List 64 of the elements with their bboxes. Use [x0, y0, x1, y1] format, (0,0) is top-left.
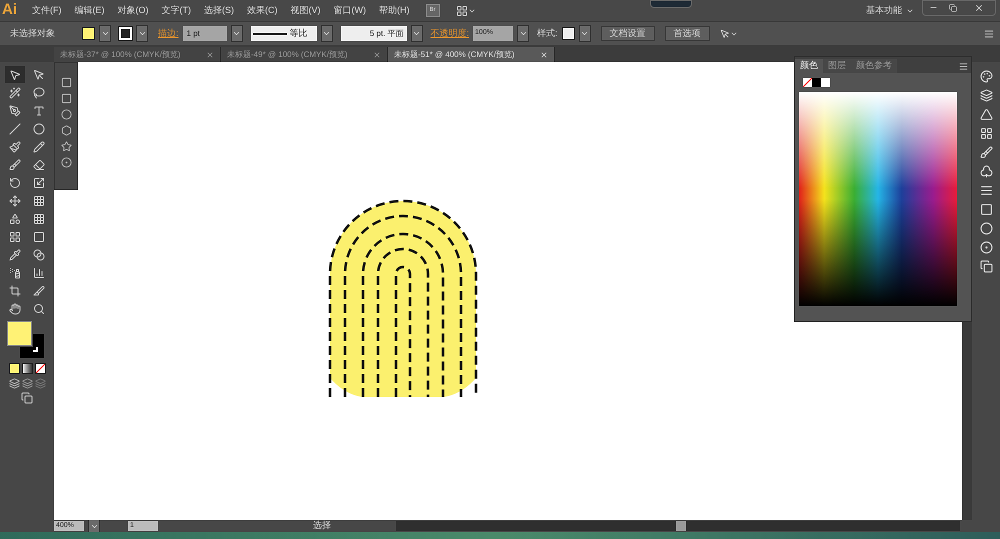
toolbar-button[interactable]: 首选项 [664, 26, 710, 41]
star-icon[interactable] [60, 141, 72, 152]
menu-item[interactable]: 视图(V) [290, 4, 320, 18]
menu-item[interactable]: 文件(F) [32, 4, 62, 18]
color-mode-icon[interactable] [8, 363, 20, 374]
symbols-icon[interactable] [980, 165, 992, 178]
status-tool: 选择 [312, 519, 332, 532]
selection-status: 未选择对象 [10, 26, 56, 40]
panel-menu-icon[interactable] [984, 28, 994, 38]
fill-color-swatch[interactable] [7, 321, 32, 346]
selection-tool-icon[interactable] [5, 66, 25, 83]
stroke-color-swatch[interactable] [20, 334, 44, 358]
restore-icon [949, 4, 957, 12]
rounded-rectangle-icon[interactable] [60, 93, 72, 104]
menu-item[interactable]: 对象(O) [118, 4, 148, 18]
brushes-icon[interactable] [980, 146, 992, 159]
menu-item[interactable]: 文字(T) [162, 4, 191, 18]
polygon-icon[interactable] [60, 125, 72, 136]
horizontal-scrollbar[interactable] [396, 521, 960, 531]
close-tab-icon [373, 50, 381, 58]
arrange-documents-icon[interactable] [456, 4, 476, 16]
none-swatch[interactable] [803, 78, 812, 87]
menu-item[interactable]: 选择(S) [204, 4, 234, 18]
palette-icon[interactable] [980, 70, 992, 83]
ellipse-icon[interactable] [60, 109, 72, 120]
fill-caret[interactable] [99, 25, 111, 42]
stroke-icon[interactable] [980, 184, 992, 197]
rectangle-tool-icon[interactable] [60, 77, 72, 88]
panel-tab[interactable]: 颜色 [795, 59, 823, 73]
swatches-icon[interactable] [980, 127, 992, 140]
close-tab-icon [540, 50, 548, 58]
stroke-caret[interactable] [136, 25, 148, 42]
brush-definition[interactable]: 5 pt. 平面 [340, 26, 407, 41]
graphic-style-swatch[interactable] [562, 27, 575, 40]
performance-meter [650, 0, 692, 8]
style-caret[interactable] [578, 25, 591, 42]
workspace-switcher[interactable]: 基本功能 [866, 4, 914, 18]
stroke-weight-field[interactable]: 1 pt [182, 26, 227, 41]
dark-swatch[interactable] [812, 78, 821, 87]
profile-caret[interactable] [320, 25, 333, 42]
menu-item[interactable]: 帮助(H) [379, 4, 410, 18]
close-icon [974, 2, 984, 12]
close-tab-icon [206, 50, 214, 58]
light-swatch[interactable] [821, 78, 830, 87]
document-tab[interactable]: 未标题-49* @ 100% (CMYK/预览) [221, 47, 388, 62]
none-mode-icon[interactable] [34, 363, 46, 374]
app-logo: Ai [2, 0, 18, 20]
opacity-caret[interactable] [517, 25, 530, 42]
stroke-swatch[interactable] [119, 27, 132, 40]
style-label: 样式: [537, 26, 558, 40]
menu-item[interactable]: 编辑(E) [74, 4, 104, 18]
document-tab[interactable]: 未标题-37* @ 100% (CMYK/预览) [54, 47, 221, 62]
weight-caret[interactable] [230, 25, 243, 42]
brush-caret[interactable] [410, 25, 423, 42]
gradient-mode-icon[interactable] [22, 363, 32, 374]
toolbar-button[interactable]: 文档设置 [600, 26, 655, 41]
layers-icon[interactable] [980, 89, 992, 102]
fill-swatch[interactable] [82, 27, 95, 40]
isolate-icon[interactable] [720, 28, 738, 38]
variable-width-profile[interactable]: 等比 [250, 26, 317, 41]
panel-menu-icon[interactable] [959, 62, 968, 71]
menu-item[interactable]: 窗口(W) [334, 4, 366, 18]
menu-item[interactable]: 效果(C) [247, 4, 278, 18]
document-tab[interactable]: 未标题-51* @ 400% (CMYK/预览) [388, 47, 555, 62]
